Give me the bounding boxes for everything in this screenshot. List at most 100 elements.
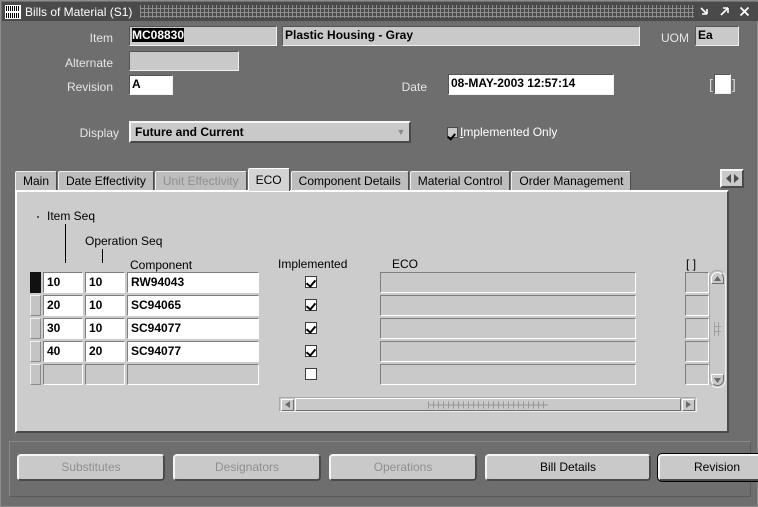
scroll-down-icon[interactable] <box>711 374 724 386</box>
grid-flex-cell[interactable] <box>685 295 709 316</box>
implemented-only-label: Implemented Only <box>460 125 557 139</box>
item-seq-header: Item Seq <box>47 209 96 223</box>
operation-seq-header: Operation Seq <box>85 234 163 248</box>
component-cell[interactable]: SC94077 <box>127 341 259 362</box>
implemented-cell-checkbox[interactable] <box>305 322 317 334</box>
item-seq-cell[interactable]: 30 <box>43 318 83 339</box>
item-seq-leader-dot <box>37 216 39 218</box>
record-indicator[interactable] <box>30 341 41 362</box>
window-controls <box>698 5 758 18</box>
chevron-down-icon[interactable]: ▼ <box>393 127 409 137</box>
close-icon[interactable] <box>738 5 751 18</box>
item-seq-leader-line <box>65 224 66 263</box>
grid-flex-close: ] <box>692 257 697 271</box>
implemented-cell-checkbox[interactable] <box>305 276 317 288</box>
implemented-cell-checkbox[interactable] <box>305 368 317 380</box>
item-seq-cell[interactable]: 40 <box>43 341 83 362</box>
tab-date-effectivity[interactable]: Date Effectivity <box>58 171 154 191</box>
implemented-only-checkbox[interactable]: Implemented Only <box>447 125 557 139</box>
item-seq-cell[interactable]: 20 <box>43 295 83 316</box>
flex-close-bracket: ] <box>731 76 736 92</box>
grid-flex-cell[interactable] <box>685 364 709 385</box>
eco-cell[interactable] <box>380 272 636 293</box>
display-label: Display <box>79 126 119 140</box>
operation-seq-cell[interactable]: 10 <box>85 318 125 339</box>
operation-seq-leader-line <box>102 249 103 263</box>
operation-seq-cell[interactable]: 10 <box>85 295 125 316</box>
uom-field[interactable]: Ea <box>695 26 739 46</box>
display-value: Future and Current <box>135 125 244 139</box>
eco-cell[interactable] <box>380 295 636 316</box>
eco-cell[interactable] <box>380 318 636 339</box>
bills-of-material-window: Bills of Material (S1) Item MC08830 Plas… <box>0 0 758 507</box>
date-value: 08-MAY-2003 12:57:14 <box>451 76 576 90</box>
header-flex-field[interactable]: [ ] <box>709 74 736 94</box>
item-label: Item <box>89 31 113 45</box>
uom-value: Ea <box>698 28 713 42</box>
tab-eco[interactable]: ECO <box>247 168 290 191</box>
grid-flex-cell[interactable] <box>685 341 709 362</box>
bill-details-button[interactable]: Bill Details <box>485 454 651 481</box>
tab-main[interactable]: Main <box>15 171 58 191</box>
grid-flex-header: [ ] <box>686 257 696 271</box>
tab-strip: Main Date Effectivity Unit Effectivity E… <box>15 168 705 191</box>
implemented-only-box[interactable] <box>447 126 458 138</box>
tab-scroll-right-icon[interactable] <box>733 172 739 186</box>
window-title: Bills of Material (S1) <box>25 4 133 19</box>
revision-label: Revision <box>66 80 113 94</box>
button-bar: Substitutes Designators Operations Bill … <box>9 441 758 497</box>
tab-scroll-left-icon[interactable] <box>725 172 732 186</box>
implemented-cell-checkbox[interactable] <box>305 299 317 311</box>
revision-value: A <box>132 77 141 91</box>
eco-tab-panel: Item Seq Operation Seq Component Impleme… <box>15 190 729 433</box>
record-indicator[interactable] <box>30 364 41 385</box>
item-value: MC08830 <box>132 28 185 42</box>
item-seq-cell[interactable]: 10 <box>43 272 83 293</box>
revision-field[interactable]: A <box>129 75 173 95</box>
item-field[interactable]: MC08830 <box>129 26 277 46</box>
grid-flex-open: [ <box>686 257 690 271</box>
grid-flex-cell[interactable] <box>685 272 709 293</box>
vertical-scroll-thumb[interactable] <box>714 322 721 336</box>
display-dropdown[interactable]: Future and Current ▼ <box>129 121 411 143</box>
record-indicator[interactable] <box>30 318 41 339</box>
eco-cell[interactable] <box>380 341 636 362</box>
eco-header: ECO <box>392 257 419 271</box>
item-seq-cell[interactable] <box>43 364 83 385</box>
component-cell[interactable]: RW94043 <box>127 272 259 293</box>
horizontal-scroll-thumb[interactable] <box>295 398 681 411</box>
component-cell[interactable] <box>127 364 259 385</box>
component-cell[interactable]: SC94077 <box>127 318 259 339</box>
minimize-icon[interactable] <box>698 5 711 18</box>
implemented-cell-checkbox[interactable] <box>305 345 317 357</box>
application-icon <box>5 4 21 19</box>
operations-button: Operations <box>329 454 477 481</box>
scroll-left-icon[interactable] <box>281 398 294 411</box>
flex-value-box[interactable] <box>713 74 731 94</box>
scroll-up-icon[interactable] <box>711 272 724 284</box>
tab-material-control[interactable]: Material Control <box>409 171 511 191</box>
implemented-header: Implemented <box>278 257 348 271</box>
maximize-icon[interactable] <box>718 5 731 18</box>
revision-button[interactable]: Revision <box>658 454 758 481</box>
grid-flex-cell[interactable] <box>685 318 709 339</box>
grid-horizontal-scrollbar[interactable] <box>279 397 697 412</box>
item-description-field[interactable]: Plastic Housing - Gray <box>282 26 640 46</box>
tab-order-management[interactable]: Order Management <box>511 171 632 191</box>
eco-cell[interactable] <box>380 364 636 385</box>
component-cell[interactable]: SC94065 <box>127 295 259 316</box>
component-header: Component <box>130 258 193 272</box>
implemented-only-text: mplemented Only <box>463 125 558 139</box>
alternate-field[interactable] <box>129 51 239 71</box>
tab-scroll-button[interactable] <box>720 169 744 188</box>
scroll-right-icon[interactable] <box>682 398 695 411</box>
record-indicator[interactable] <box>30 272 41 293</box>
operation-seq-cell[interactable] <box>85 364 125 385</box>
uom-label: UOM <box>661 31 689 45</box>
record-indicator[interactable] <box>30 295 41 316</box>
date-field[interactable]: 08-MAY-2003 12:57:14 <box>448 74 614 95</box>
operation-seq-cell[interactable]: 10 <box>85 272 125 293</box>
grid-vertical-scrollbar[interactable] <box>709 270 726 388</box>
tab-component-details[interactable]: Component Details <box>290 171 409 191</box>
operation-seq-cell[interactable]: 20 <box>85 341 125 362</box>
